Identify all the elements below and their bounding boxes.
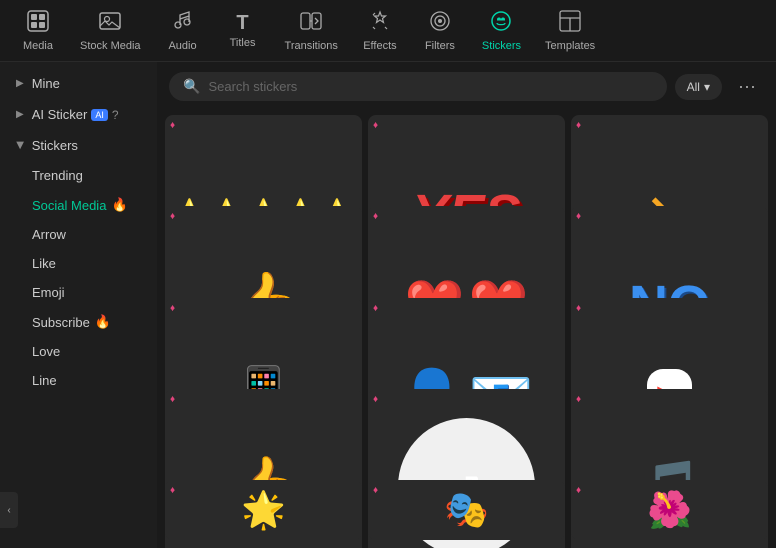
sidebar-social-media-label: Social Media <box>32 198 106 213</box>
filter-label: All <box>687 80 700 94</box>
sidebar-item-like[interactable]: Like <box>4 249 153 278</box>
nav-templates-label: Templates <box>545 40 595 52</box>
nav-media[interactable]: Media <box>8 2 68 60</box>
nav-effects-label: Effects <box>363 40 396 52</box>
b1-sticker: 🌟 <box>241 489 286 531</box>
titles-icon: T <box>236 13 248 33</box>
b2-sticker: 🎭 <box>444 489 489 531</box>
premium-badge-hearts: ♦ <box>373 211 378 222</box>
premium-badge-yes: ♦ <box>373 120 378 131</box>
sidebar-emoji-label: Emoji <box>32 285 65 300</box>
sidebar-like-label: Like <box>32 256 56 271</box>
sidebar-section-ai-sticker[interactable]: ▶ AI Sticker AI ? <box>4 99 153 130</box>
nav-audio-label: Audio <box>168 40 196 52</box>
premium-badge-notification: ♦ <box>373 303 378 314</box>
sidebar-item-arrow[interactable]: Arrow <box>4 220 153 249</box>
ai-badge: AI <box>91 109 108 121</box>
sidebar-item-subscribe[interactable]: Subscribe 🔥 <box>4 307 153 337</box>
sticker-card-b2[interactable]: 🎭 ♦ <box>368 480 565 540</box>
premium-badge-b1: ♦ <box>170 485 175 496</box>
sidebar-section-stickers[interactable]: ▶ Stickers <box>4 130 153 161</box>
stickers-icon <box>490 10 512 36</box>
effects-icon <box>369 10 391 36</box>
content-area: 🔍 All ▾ ··· ⭐⭐⭐⭐⭐ ♦ ⬇ YES ♦ + <box>157 62 776 548</box>
media-icon <box>27 10 49 36</box>
transitions-icon <box>300 10 322 36</box>
premium-badge-phone: ♦ <box>170 303 175 314</box>
sticker-grid: ⭐⭐⭐⭐⭐ ♦ ⬇ YES ♦ + ↘ ♦ ⬇ 👍 ♦ + <box>157 111 776 548</box>
more-options-button[interactable]: ··· <box>730 72 764 101</box>
sidebar-item-trending[interactable]: Trending <box>4 161 153 190</box>
sidebar-item-line[interactable]: Line <box>4 366 153 395</box>
stock-media-icon <box>99 10 121 36</box>
nav-titles-label: Titles <box>230 37 256 49</box>
chevron-down-icon: ▶ <box>14 142 25 150</box>
sidebar-arrow-label: Arrow <box>32 227 66 242</box>
nav-filters[interactable]: Filters <box>410 2 470 60</box>
premium-badge: ♦ <box>170 120 175 131</box>
nav-stock-media-label: Stock Media <box>80 40 141 52</box>
subscribe-fire-icon: 🔥 <box>95 314 111 330</box>
sidebar-love-label: Love <box>32 344 60 359</box>
premium-badge-thumbs: ♦ <box>170 211 175 222</box>
sidebar-item-emoji[interactable]: Emoji <box>4 278 153 307</box>
chevron-right-icon-2: ▶ <box>16 109 24 120</box>
help-icon[interactable]: ? <box>112 108 119 122</box>
sidebar-section-mine[interactable]: ▶ Mine <box>4 68 153 99</box>
nav-transitions-label: Transitions <box>285 40 338 52</box>
audio-icon <box>172 10 194 36</box>
premium-badge-music: ♦ <box>576 394 581 405</box>
nav-transitions[interactable]: Transitions <box>273 2 350 60</box>
premium-badge-share: ♦ <box>373 394 378 405</box>
sidebar-item-social-media[interactable]: Social Media 🔥 <box>4 190 153 220</box>
top-navigation: Media Stock Media Audio T Titles <box>0 0 776 62</box>
premium-badge-arrow: ♦ <box>576 120 581 131</box>
collapse-icon[interactable]: ‹ <box>0 492 18 528</box>
nav-filters-label: Filters <box>425 40 455 52</box>
nav-stock-media[interactable]: Stock Media <box>68 2 153 60</box>
nav-media-label: Media <box>23 40 53 52</box>
search-input[interactable] <box>208 79 652 94</box>
search-icon: 🔍 <box>183 78 200 95</box>
filter-chevron-icon: ▾ <box>704 80 710 94</box>
sidebar-stickers-label: Stickers <box>32 138 78 153</box>
sidebar-subscribe-label: Subscribe <box>32 315 90 330</box>
premium-badge-thumbs2: ♦ <box>170 394 175 405</box>
sidebar-trending-label: Trending <box>32 168 83 183</box>
search-bar: 🔍 All ▾ ··· <box>157 62 776 111</box>
premium-badge-play: ♦ <box>576 303 581 314</box>
premium-badge-b3: ♦ <box>576 485 581 496</box>
chevron-right-icon: ▶ <box>16 78 24 89</box>
nav-stickers[interactable]: Stickers <box>470 2 533 60</box>
filters-icon <box>429 10 451 36</box>
b3-sticker: 🌺 <box>647 489 692 531</box>
nav-templates[interactable]: Templates <box>533 2 607 60</box>
sidebar-line-label: Line <box>32 373 57 388</box>
main-area: ▶ Mine ▶ AI Sticker AI ? ▶ Stickers Tren… <box>0 62 776 548</box>
sidebar-mine-label: Mine <box>32 76 60 91</box>
premium-badge-no: ♦ <box>576 211 581 222</box>
templates-icon <box>559 10 581 36</box>
sticker-card-b1[interactable]: 🌟 ♦ <box>165 480 362 540</box>
sidebar: ▶ Mine ▶ AI Sticker AI ? ▶ Stickers Tren… <box>0 62 157 548</box>
nav-stickers-label: Stickers <box>482 40 521 52</box>
nav-effects[interactable]: Effects <box>350 2 410 60</box>
premium-badge-b2: ♦ <box>373 485 378 496</box>
sticker-card-b3[interactable]: 🌺 ♦ <box>571 480 768 540</box>
nav-audio[interactable]: Audio <box>153 2 213 60</box>
fire-icon: 🔥 <box>111 197 127 213</box>
sidebar-ai-sticker-label: AI Sticker <box>32 107 88 122</box>
search-input-wrap[interactable]: 🔍 <box>169 72 667 101</box>
sidebar-item-love[interactable]: Love <box>4 337 153 366</box>
filter-button[interactable]: All ▾ <box>675 74 722 100</box>
nav-titles[interactable]: T Titles <box>213 5 273 57</box>
